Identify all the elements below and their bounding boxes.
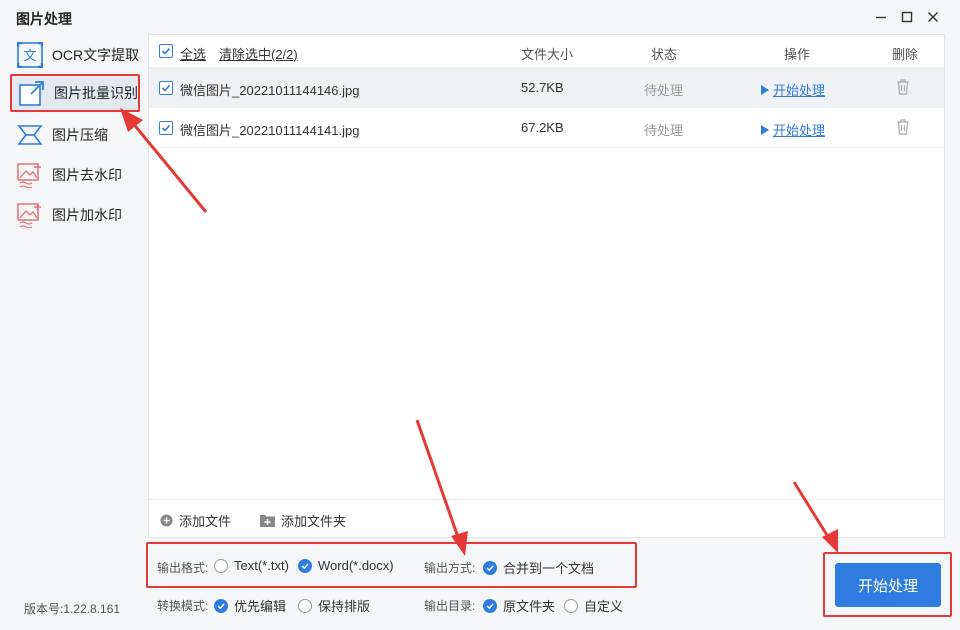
maximize-button[interactable] (896, 6, 918, 28)
maximize-icon (901, 11, 913, 23)
dir-custom-label: 自定义 (584, 599, 624, 614)
sidebar-item-label: 图片加水印 (52, 207, 122, 223)
ocr-text-icon: 文 (16, 41, 44, 69)
add-watermark-icon (16, 201, 44, 229)
format-docx-label: Word(*.docx) (318, 558, 394, 573)
add-folder-label: 添加文件夹 (281, 514, 347, 529)
output-method-label: 输出方式: (424, 561, 476, 575)
radio-checked-icon (298, 558, 312, 573)
play-icon (761, 124, 769, 135)
file-status: 待处理 (644, 123, 684, 138)
column-header-status: 状态 (651, 47, 678, 62)
add-folder-button[interactable]: 添加文件夹 (260, 511, 346, 530)
radio-checked-icon (214, 598, 228, 613)
output-format-label: 输出格式: (157, 561, 209, 575)
radio-unchecked-icon (564, 598, 578, 613)
sidebar-item-batch-recognize[interactable]: 图片批量识别 (10, 74, 140, 112)
sidebar: 文 OCR文字提取 图片批量识别 图片压缩 图片去水印 图片加水印 (0, 34, 148, 630)
radio-checked-icon (483, 598, 497, 613)
dir-original-label: 原文件夹 (503, 599, 556, 614)
radio-checked-icon (483, 560, 497, 575)
svg-text:文: 文 (23, 49, 36, 64)
table-row[interactable]: 微信图片_20221011144146.jpg 52.7KB 待处理 开始处理 (149, 68, 944, 108)
file-list-panel: 全选 清除选中(2/2) 文件大小 状态 操作 删除 微信图片_20221011… (148, 34, 945, 538)
sidebar-item-label: 图片批量识别 (54, 85, 138, 101)
sidebar-item-add-watermark[interactable]: 图片加水印 (10, 196, 140, 234)
mode-edit-label: 优先编辑 (234, 599, 287, 614)
clear-selection-link[interactable]: 清除选中(2/2) (219, 44, 298, 63)
check-icon (161, 84, 171, 92)
app-title: 图片处理 (16, 11, 72, 27)
sidebar-item-remove-watermark[interactable]: 图片去水印 (10, 156, 140, 194)
merge-document-radio[interactable]: 合并到一个文档 (483, 558, 594, 577)
row-start-button[interactable]: 开始处理 (761, 80, 825, 99)
file-name: 微信图片_20221011144146.jpg (180, 83, 360, 98)
title-bar: 图片处理 (0, 0, 960, 34)
select-all-link[interactable]: 全选 (180, 44, 206, 63)
compress-icon (16, 121, 44, 149)
minimize-icon (876, 16, 886, 19)
sidebar-item-label: OCR文字提取 (52, 47, 140, 63)
start-button-highlight: 开始处理 (823, 552, 952, 617)
column-header-size: 文件大小 (521, 47, 574, 62)
mode-edit-radio[interactable]: 优先编辑 (214, 596, 286, 615)
row-checkbox[interactable] (159, 121, 173, 135)
row-start-label: 开始处理 (773, 123, 826, 138)
sidebar-item-label: 图片去水印 (52, 167, 122, 183)
table-row[interactable]: 微信图片_20221011144141.jpg 67.2KB 待处理 开始处理 (149, 108, 944, 148)
format-txt-label: Text(*.txt) (234, 558, 289, 573)
sidebar-item-label: 图片压缩 (52, 127, 108, 143)
version-label: 版本号:1.22.8.161 (24, 602, 121, 616)
conversion-mode-label: 转换模式: (157, 599, 209, 613)
merge-document-label: 合并到一个文档 (503, 561, 595, 576)
select-all-checkbox[interactable] (159, 44, 173, 58)
folder-plus-icon (260, 514, 275, 527)
file-size: 67.2KB (521, 120, 564, 135)
file-status: 待处理 (644, 83, 684, 98)
column-header-delete: 删除 (892, 47, 919, 62)
mode-layout-radio[interactable]: 保持排版 (298, 596, 370, 615)
radio-unchecked-icon (298, 598, 312, 613)
format-txt-radio[interactable]: Text(*.txt) (214, 558, 289, 573)
batch-recognize-icon (18, 79, 46, 107)
check-icon (161, 47, 171, 55)
format-docx-radio[interactable]: Word(*.docx) (298, 558, 394, 573)
minimize-button[interactable] (870, 6, 892, 28)
check-icon (161, 124, 171, 132)
remove-watermark-icon (16, 161, 44, 189)
radio-unchecked-icon (214, 558, 228, 573)
file-name: 微信图片_20221011144141.jpg (180, 123, 360, 138)
add-file-label: 添加文件 (179, 514, 232, 529)
row-start-label: 开始处理 (773, 83, 826, 98)
trash-icon[interactable] (896, 119, 910, 138)
close-button[interactable] (922, 6, 944, 28)
column-header-action: 操作 (784, 47, 811, 62)
output-dir-label: 输出目录: (424, 599, 476, 613)
plus-circle-icon (160, 514, 173, 527)
dir-original-radio[interactable]: 原文件夹 (483, 596, 555, 615)
sidebar-item-ocr[interactable]: 文 OCR文字提取 (10, 36, 140, 74)
sidebar-item-compress[interactable]: 图片压缩 (10, 116, 140, 154)
close-icon (928, 12, 938, 22)
trash-icon[interactable] (896, 79, 910, 98)
dir-custom-radio[interactable]: 自定义 (564, 596, 623, 615)
panel-footer: 添加文件 添加文件夹 (149, 499, 944, 537)
start-processing-button[interactable]: 开始处理 (835, 563, 941, 607)
add-file-button[interactable]: 添加文件 (160, 511, 231, 530)
mode-layout-label: 保持排版 (318, 599, 371, 614)
table-header: 全选 清除选中(2/2) 文件大小 状态 操作 删除 (149, 35, 944, 68)
row-checkbox[interactable] (159, 81, 173, 95)
file-size: 52.7KB (521, 80, 564, 95)
row-start-button[interactable]: 开始处理 (761, 120, 825, 139)
play-icon (761, 84, 769, 95)
